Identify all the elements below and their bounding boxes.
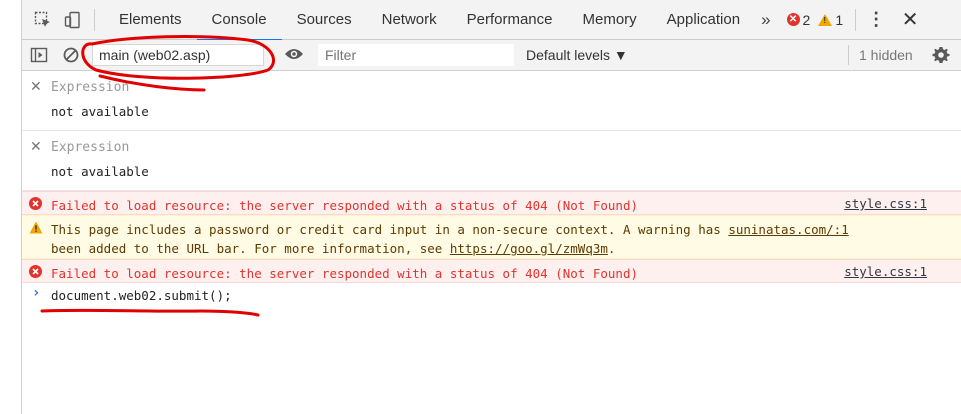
issue-counters[interactable]: ✕ 2 ! 1 (786, 11, 844, 28)
warning-line1: This page includes a password or credit … (51, 222, 729, 237)
tab-sources[interactable]: Sources (282, 0, 367, 40)
device-toolbar-icon[interactable] (60, 7, 86, 33)
inspect-element-icon[interactable] (30, 7, 56, 33)
error-text: Failed to load resource: the server resp… (51, 198, 638, 213)
tab-elements[interactable]: Elements (104, 0, 197, 40)
page-left-edge (0, 0, 22, 414)
warning-info-link[interactable]: https://goo.gl/zmWq3m (450, 241, 608, 256)
warning-line2-end: . (607, 241, 616, 256)
error-text: Failed to load resource: the server resp… (51, 266, 638, 281)
warning-line2: been added to the URL bar. For more info… (51, 241, 450, 256)
warning-icon: ! (818, 13, 833, 26)
warning-icon (29, 221, 43, 237)
error-icon: ✕ (786, 13, 800, 26)
error-source-link[interactable]: style.css:1 (844, 264, 927, 279)
tab-network[interactable]: Network (367, 0, 452, 40)
close-devtools-icon[interactable]: ✕ (896, 7, 924, 32)
console-warning-message: This page includes a password or credit … (22, 215, 961, 259)
warning-count: 1 (835, 11, 844, 28)
live-expression-eye-icon[interactable] (284, 47, 304, 64)
expression-value: not available (51, 104, 149, 119)
clear-console-icon[interactable] (58, 42, 84, 68)
execution-context-selector[interactable]: main (web02.asp) (92, 44, 264, 66)
tabbar-divider (94, 8, 95, 31)
tab-application[interactable]: Application (652, 0, 755, 40)
devtools-tabbar: Elements Console Sources Network Perform… (22, 0, 961, 41)
devtools-panel: Elements Console Sources Network Perform… (22, 0, 961, 414)
error-count: 2 (802, 11, 811, 28)
prompt-chevron-icon: › (32, 285, 41, 301)
error-icon (29, 197, 42, 213)
log-levels-dropdown[interactable]: Default levels ▼ (526, 47, 628, 63)
error-icon (29, 265, 42, 281)
tab-console[interactable]: Console (196, 0, 282, 41)
remove-expression-icon[interactable]: ✕ (30, 138, 42, 155)
warning-source-link[interactable]: suninatas.com/:1 (728, 222, 848, 237)
tab-memory[interactable]: Memory (568, 0, 652, 40)
expression-label[interactable]: Expression (51, 80, 129, 95)
error-source-link[interactable]: style.css:1 (844, 196, 927, 211)
more-tabs-icon[interactable]: » (755, 10, 780, 30)
console-toolbar: main (web02.asp) Default levels ▼ 1 hidd… (22, 40, 961, 71)
console-settings-gear-icon[interactable] (932, 46, 950, 67)
live-expression: ✕ Expression not available (22, 131, 961, 191)
show-sidebar-icon[interactable] (26, 42, 52, 68)
filter-input[interactable] (318, 44, 514, 66)
console-command[interactable]: document.web02.submit(); (51, 288, 232, 303)
tabbar-divider-right (855, 8, 857, 31)
console-prompt[interactable]: › document.web02.submit(); (22, 283, 961, 309)
console-error-message: Failed to load resource: the server resp… (22, 191, 961, 215)
expression-value: not available (51, 164, 149, 179)
tab-performance[interactable]: Performance (452, 0, 568, 40)
expression-label[interactable]: Expression (51, 140, 129, 155)
hidden-messages-count: 1 hidden (848, 45, 913, 65)
remove-expression-icon[interactable]: ✕ (30, 78, 42, 95)
console-error-message: Failed to load resource: the server resp… (22, 259, 961, 283)
live-expression: ✕ Expression not available (22, 71, 961, 131)
more-options-icon[interactable]: ⋮ (866, 9, 886, 30)
warning-text: This page includes a password or credit … (51, 220, 849, 258)
